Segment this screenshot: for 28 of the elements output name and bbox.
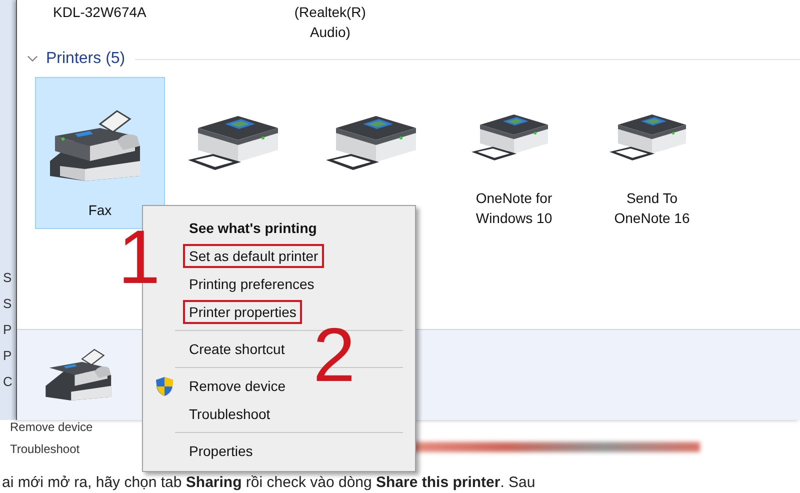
device-tile[interactable]: Fax	[35, 77, 165, 229]
menu-item[interactable]: Properties	[183, 439, 259, 463]
menu-item[interactable]: Set as default printer	[183, 244, 324, 268]
menu-item[interactable]: Printing preferences	[183, 272, 320, 296]
device-label: Send To OneNote 16	[614, 189, 690, 228]
menu-item[interactable]: Printer properties	[183, 300, 302, 324]
group-title[interactable]: Printers (5)	[46, 50, 126, 68]
menu-item-text: S	[2, 296, 13, 311]
menu-item-text: Remove device	[10, 420, 94, 434]
menu-item[interactable]: Create shortcut	[183, 337, 291, 361]
shield-icon	[155, 376, 174, 397]
device-tile[interactable]: OneNote for Windows 10	[449, 77, 579, 229]
menu-item[interactable]: Remove device	[183, 374, 292, 398]
menu-item-text: S	[2, 270, 13, 285]
menu-item[interactable]: Troubleshoot	[183, 402, 276, 426]
menu-item-text: C	[2, 374, 14, 389]
menu-item-text: Troubleshoot	[10, 442, 81, 456]
device-tile[interactable]: Send To OneNote 16	[587, 77, 717, 229]
device-label: Fax	[88, 201, 112, 220]
menu-item-text: P	[2, 348, 13, 363]
device-label: KDL-32W674A	[53, 3, 146, 22]
article-text: ai mới mở ra, hãy chọn tab Sharing rồi check vào dòng Share this printer. Sau	[2, 474, 536, 491]
device-label: (Realtek(R) Audio)	[294, 3, 366, 42]
menu-item-text: P	[2, 322, 13, 337]
device-label: OneNote for Windows 10	[476, 189, 552, 228]
step-number: 2	[313, 318, 356, 394]
chevron-icon[interactable]	[27, 55, 38, 63]
menu-item[interactable]: See what's printing	[183, 216, 323, 240]
